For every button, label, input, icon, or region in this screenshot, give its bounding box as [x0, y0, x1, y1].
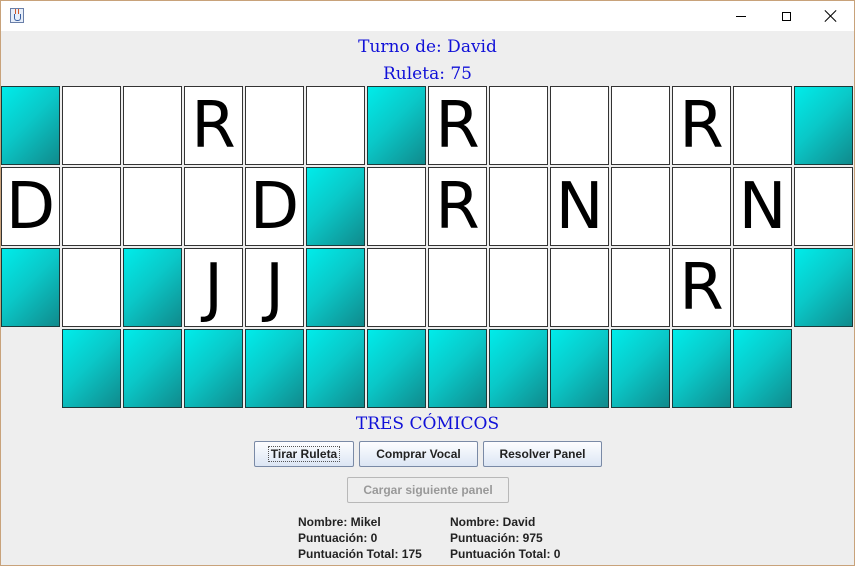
- board-blank-tile: [550, 329, 609, 408]
- board-blank-tile: [306, 167, 365, 246]
- board-blank-tile: [794, 86, 853, 165]
- board-blank-tile: [489, 329, 548, 408]
- board-letter-tile: [550, 86, 609, 165]
- board-letter-tile: [672, 167, 731, 246]
- tile-letter: J: [204, 251, 223, 325]
- board-letter-tile: [184, 167, 243, 246]
- board-letter-tile: J: [184, 248, 243, 327]
- player-name: Nombre: David: [450, 515, 536, 529]
- next-panel-button[interactable]: Cargar siguiente panel: [347, 477, 509, 503]
- board-letter-tile: [489, 86, 548, 165]
- wheel-value-label: Ruleta: 75: [383, 64, 472, 84]
- board-letter-tile: [123, 86, 182, 165]
- player-total-score: Puntuación Total: 175: [298, 547, 422, 561]
- tile-letter: R: [435, 170, 480, 244]
- board-letter-tile: R: [184, 86, 243, 165]
- board-blank-tile: [123, 248, 182, 327]
- board-letter-tile: R: [672, 248, 731, 327]
- java-icon[interactable]: [10, 8, 24, 23]
- player-name: Nombre: Mikel: [298, 515, 381, 529]
- board-letter-tile: D: [245, 167, 304, 246]
- next-panel-label: Cargar siguiente panel: [363, 483, 493, 497]
- player-total-score: Puntuación Total: 0: [450, 547, 561, 561]
- board-blank-tile: [306, 329, 365, 408]
- board-blank-tile: [733, 329, 792, 408]
- letter-board: RRRDDRNNJJR: [1, 86, 855, 410]
- board-letter-tile: [306, 86, 365, 165]
- board-letter-tile: [489, 167, 548, 246]
- maximize-icon: [781, 11, 791, 21]
- board-blank-tile: [1, 248, 60, 327]
- app-window: Turno de: David Ruleta: 75 RRRDDRNNJJR T…: [0, 0, 855, 566]
- player-score: Puntuación: 0: [298, 531, 378, 545]
- board-letter-tile: R: [428, 86, 487, 165]
- board-letter-tile: [611, 167, 670, 246]
- clue-label: TRES CÓMICOS: [355, 414, 500, 434]
- board-letter-tile: [550, 248, 609, 327]
- board-letter-tile: [794, 167, 853, 246]
- board-blank-tile: [184, 329, 243, 408]
- tile-letter: R: [435, 89, 480, 163]
- board-letter-tile: [367, 167, 426, 246]
- player-score: Puntuación: 975: [450, 531, 543, 545]
- tile-letter: R: [679, 89, 724, 163]
- minimize-button[interactable]: [718, 1, 764, 31]
- board-letter-tile: [123, 167, 182, 246]
- board-letter-tile: R: [672, 86, 731, 165]
- board-letter-tile: [611, 86, 670, 165]
- board-blank-tile: [367, 86, 426, 165]
- close-icon: [825, 10, 837, 22]
- tile-letter: R: [679, 251, 724, 325]
- spin-wheel-label: Tirar Ruleta: [267, 446, 341, 462]
- board-letter-tile: [611, 248, 670, 327]
- board-letter-tile: [733, 86, 792, 165]
- board-letter-tile: [733, 248, 792, 327]
- tile-letter: D: [249, 170, 300, 244]
- close-button[interactable]: [808, 1, 854, 31]
- board-letter-tile: [489, 248, 548, 327]
- board-letter-tile: D: [1, 167, 60, 246]
- buy-vowel-button[interactable]: Comprar Vocal: [359, 441, 478, 467]
- board-blank-tile: [672, 329, 731, 408]
- tile-letter: R: [191, 89, 236, 163]
- buy-vowel-label: Comprar Vocal: [376, 447, 461, 461]
- tile-letter: D: [5, 170, 56, 244]
- tile-letter: J: [265, 251, 284, 325]
- board-letter-tile: N: [550, 167, 609, 246]
- board-letter-tile: [428, 248, 487, 327]
- solve-panel-label: Resolver Panel: [499, 447, 586, 461]
- board-letter-tile: [245, 86, 304, 165]
- board-letter-tile: [367, 248, 426, 327]
- board-letter-tile: [62, 167, 121, 246]
- player-info-david: Nombre: David Puntuación: 975 Puntuación…: [450, 514, 560, 562]
- player-info-mikel: Nombre: Mikel Puntuación: 0 Puntuación T…: [298, 514, 422, 562]
- turn-label: Turno de: David: [358, 37, 497, 57]
- board-letter-tile: [62, 86, 121, 165]
- tile-letter: N: [555, 170, 604, 244]
- solve-panel-button[interactable]: Resolver Panel: [483, 441, 602, 467]
- board-blank-tile: [306, 248, 365, 327]
- board-blank-tile: [62, 329, 121, 408]
- board-blank-tile: [367, 329, 426, 408]
- board-letter-tile: J: [245, 248, 304, 327]
- board-blank-tile: [1, 86, 60, 165]
- title-bar[interactable]: [1, 1, 854, 31]
- spin-wheel-button[interactable]: Tirar Ruleta: [254, 441, 354, 467]
- board-letter-tile: [62, 248, 121, 327]
- maximize-button[interactable]: [763, 1, 809, 31]
- board-blank-tile: [611, 329, 670, 408]
- board-letter-tile: R: [428, 167, 487, 246]
- board-blank-tile: [245, 329, 304, 408]
- board-blank-tile: [123, 329, 182, 408]
- board-blank-tile: [428, 329, 487, 408]
- minimize-icon: [736, 15, 746, 17]
- board-blank-tile: [794, 248, 853, 327]
- tile-letter: N: [738, 170, 787, 244]
- board-letter-tile: N: [733, 167, 792, 246]
